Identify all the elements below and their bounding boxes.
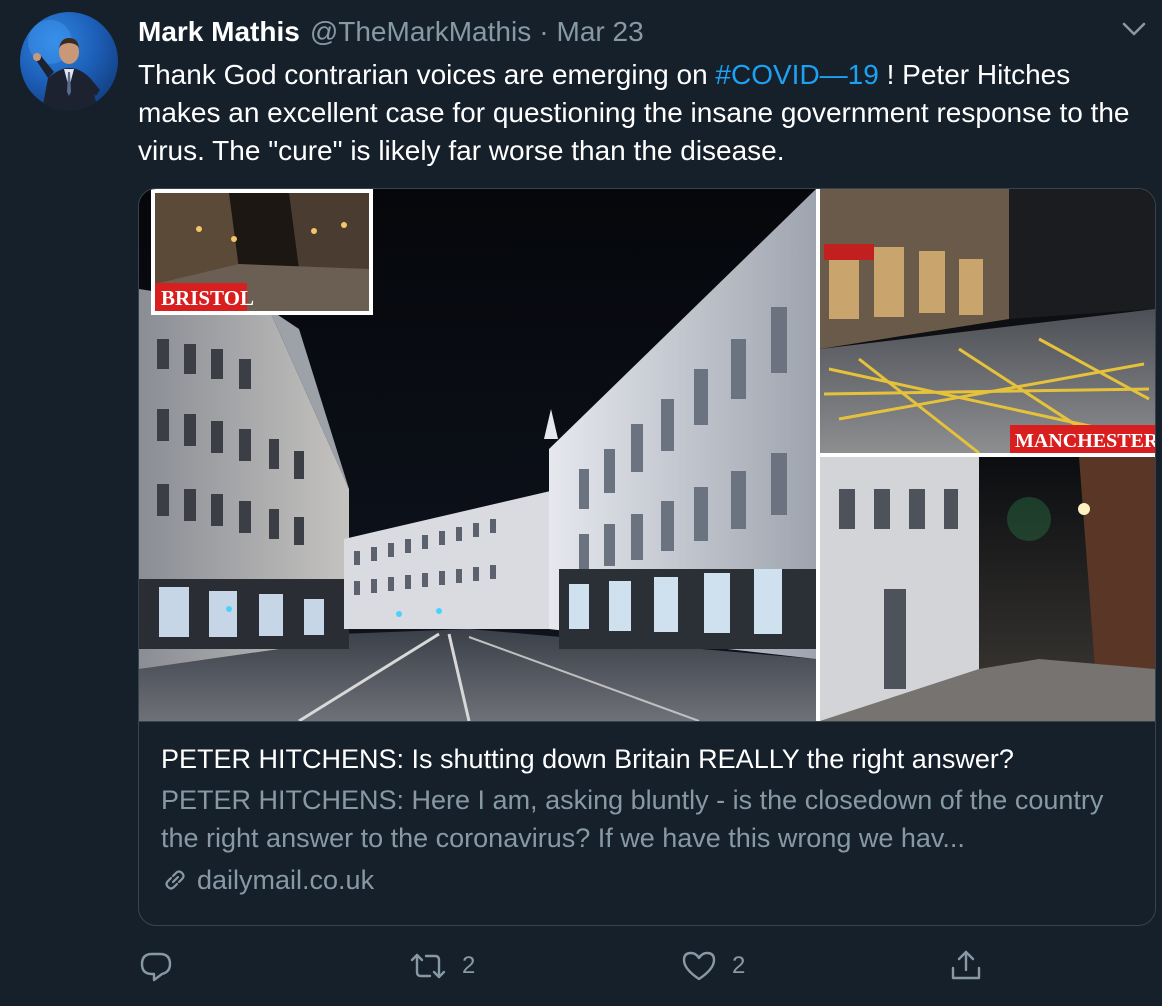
retweet-button[interactable]: 2 [408,948,475,984]
reply-button[interactable] [138,948,174,984]
user-handle[interactable]: @TheMarkMathis [310,16,531,48]
chevron-down-icon[interactable] [1120,18,1148,40]
manchester-label: MANCHESTER [1015,430,1155,452]
avatar-photo [28,20,100,110]
share-button[interactable] [948,948,984,984]
hashtag-link[interactable]: #COVID—19 [715,59,878,90]
card-title[interactable]: PETER HITCHENS: Is shutting down Britain… [161,741,1141,777]
tweet-text: Thank God contrarian voices are emerging… [138,56,1138,170]
avatar[interactable] [20,12,118,110]
tweet-date[interactable]: Mar 23 [557,16,644,48]
action-bar: 2 2 [138,948,1154,984]
reply-icon [140,952,172,982]
card-text: PETER HITCHENS: Is shutting down Britain… [161,741,1141,899]
retweet-icon [410,953,446,979]
tweet-text-before: Thank God contrarian voices are emerging… [138,59,716,90]
display-name[interactable]: Mark Mathis [138,16,300,48]
separator-dot: · [539,16,549,47]
heart-icon [682,951,716,981]
tweet[interactable]: Mark Mathis @TheMarkMathis · Mar 23 Than… [0,0,1162,1006]
card-domain-text: dailymail.co.uk [197,865,375,895]
retweet-count: 2 [462,952,476,979]
link-card[interactable]: BRISTOL MANCHESTER PETER HITCHENS: Is sh… [138,188,1156,926]
card-description: PETER HITCHENS: Here I am, asking bluntl… [161,785,1104,853]
link-icon [165,870,185,890]
card-domain[interactable]: dailymail.co.uk [161,861,1141,899]
share-icon [951,950,981,980]
card-image[interactable]: BRISTOL MANCHESTER [139,189,1155,722]
like-count: 2 [732,952,746,979]
bristol-label: BRISTOL [161,286,254,310]
card-image-collage: BRISTOL MANCHESTER [139,189,1155,721]
tweet-header: Mark Mathis @TheMarkMathis · Mar 23 [138,14,644,50]
like-button[interactable]: 2 [680,948,745,984]
